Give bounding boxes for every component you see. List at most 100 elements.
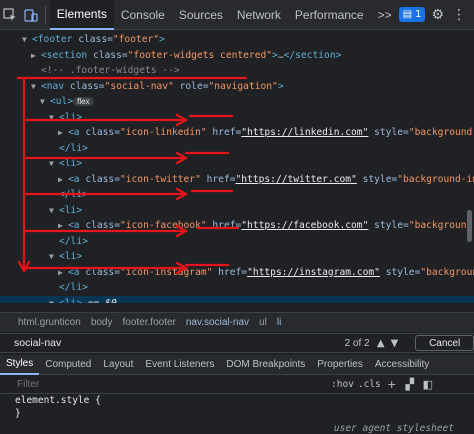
dom-token-link[interactable]: "https://facebook.com" [241, 220, 368, 231]
collapse-arrow-icon[interactable]: ▼ [49, 203, 59, 218]
styles-filter-input[interactable] [17, 379, 327, 390]
dom-node[interactable]: </li> [0, 141, 474, 156]
dom-node[interactable]: <!-- .footer-widgets --> [0, 63, 474, 78]
breadcrumb-item-ul[interactable]: ul [259, 317, 267, 328]
dom-token-attr: href= [212, 266, 248, 278]
tab-event-listeners[interactable]: Event Listeners [139, 355, 220, 375]
expand-arrow-icon[interactable]: ▶ [58, 265, 68, 280]
dom-node[interactable]: ▼ <footer class="footer"> [0, 32, 474, 47]
dom-node[interactable]: ▶ <a class="icon-twitter" href="https://t… [0, 172, 474, 187]
dom-token-attr: class= [85, 220, 120, 231]
dom-node[interactable]: </li> [0, 187, 474, 202]
collapse-arrow-icon[interactable]: ▼ [40, 94, 50, 109]
paint-icon[interactable]: ▞ [403, 378, 417, 391]
breadcrumb-item-nav[interactable]: nav.social-nav [186, 317, 249, 328]
dom-token-tag: <footer [32, 34, 79, 45]
dom-token-attr: style= [356, 173, 398, 185]
tab-sources[interactable]: Sources [172, 0, 230, 30]
dom-node-selected[interactable]: ▼ <li> == $0 [0, 295, 474, 304]
collapse-arrow-icon[interactable]: ▼ [49, 296, 59, 304]
dom-token-cmt: <!-- .footer-widgets --> [41, 65, 180, 76]
collapse-arrow-icon[interactable]: ▼ [31, 79, 41, 94]
breadcrumb-item-footer[interactable]: footer.footer [123, 317, 176, 328]
dom-node[interactable]: ▼ <li> [0, 110, 474, 125]
collapse-arrow-icon[interactable]: ▼ [49, 110, 59, 125]
expand-arrow-icon[interactable]: ▶ [58, 172, 68, 187]
inspect-element-icon[interactable] [0, 0, 21, 30]
issues-badge[interactable]: ▤ 1 [398, 7, 426, 22]
dom-token-attr: class= [85, 266, 120, 278]
device-toggle-icon[interactable] [21, 0, 42, 30]
dom-scrollbar[interactable] [467, 210, 472, 242]
tab-dom-breakpoints[interactable]: DOM Breakpoints [220, 355, 311, 375]
styles-filter-bar: :hov .cls + ▞ ◧ [0, 376, 474, 394]
dom-token-link[interactable]: "https://twitter.com" [236, 174, 357, 185]
dom-token-link[interactable]: "https://instagram.com" [247, 267, 380, 278]
search-cancel-button[interactable]: Cancel [415, 335, 474, 351]
tab-performance[interactable]: Performance [288, 0, 371, 30]
dom-token-tag: > [277, 80, 284, 92]
dom-token-tag: <a [68, 266, 86, 278]
dom-node[interactable]: </li> [0, 234, 474, 249]
hover-state-toggle[interactable]: :hov [331, 379, 354, 390]
dom-token-val: "footer-widgets centered" [127, 49, 273, 61]
dom-node[interactable]: ▶ <a class="icon-linkedin" href="https://… [0, 125, 474, 140]
dom-node[interactable]: </li> [0, 280, 474, 295]
dom-token-tag: <a [68, 173, 86, 185]
tab-accessibility[interactable]: Accessibility [369, 355, 435, 375]
dom-token-tag: <ul> [50, 96, 74, 107]
dom-node[interactable]: ▶ <a class="icon-facebook" href="https://… [0, 218, 474, 233]
dom-token-attr: role= [173, 80, 209, 92]
dom-token-val: "navigation" [208, 80, 278, 92]
search-previous-icon[interactable]: ▲ [374, 338, 388, 349]
tab-layout[interactable]: Layout [97, 355, 139, 375]
dom-token-val: "icon-linkedin" [119, 127, 207, 138]
dom-node[interactable]: ▼ <li> [0, 203, 474, 218]
dom-node[interactable]: ▼ <ul> flex [0, 94, 474, 109]
expand-arrow-icon[interactable]: ▶ [58, 218, 68, 233]
dom-token-attr: class= [85, 173, 120, 185]
expand-arrow-icon[interactable]: ▶ [31, 48, 41, 63]
class-toggle[interactable]: .cls [358, 379, 381, 390]
dom-token-tag: <a [68, 127, 86, 138]
dom-token-flex: flex [73, 97, 94, 106]
element-style-rule[interactable]: element.style { [15, 395, 101, 406]
user-agent-stylesheet-label: user agent stylesheet [333, 423, 454, 434]
more-tabs-button[interactable]: >> [371, 0, 399, 30]
tab-network[interactable]: Network [230, 0, 288, 30]
dom-token-tag: </li> [59, 235, 88, 247]
tab-computed[interactable]: Computed [39, 355, 97, 375]
breadcrumb-item-li[interactable]: li [277, 317, 281, 328]
dom-token-attr: href= [200, 173, 236, 185]
breadcrumb-item-body[interactable]: body [91, 317, 113, 328]
dom-node[interactable]: ▶ <section class="footer-widgets centered… [0, 48, 474, 63]
kebab-menu-icon[interactable]: ⋮ [452, 7, 466, 23]
expand-arrow-icon[interactable]: ▶ [58, 125, 68, 140]
dom-search-input[interactable] [14, 334, 345, 352]
dom-token-link[interactable]: "https://linkedin.com" [241, 127, 368, 138]
dom-token-tag: </li> [59, 142, 88, 154]
dom-token-tag: <li> [59, 111, 83, 123]
search-next-icon[interactable]: ▼ [388, 338, 402, 349]
collapse-arrow-icon[interactable]: ▼ [49, 156, 59, 171]
dom-tree[interactable]: ▼ <footer class="footer"> ▶ <section class=… [0, 31, 474, 303]
dom-search-bar: 2 of 2 ▲ ▼ Cancel [0, 333, 474, 353]
dom-node[interactable]: ▼ <li> [0, 156, 474, 171]
tab-elements[interactable]: Elements [49, 0, 114, 30]
tab-properties[interactable]: Properties [311, 355, 369, 375]
settings-gear-icon[interactable]: ⚙ [431, 7, 444, 23]
dom-token-val: "icon-facebook" [119, 220, 207, 231]
dom-node[interactable]: ▼ <nav class="social-nav" role="navigatio… [0, 79, 474, 94]
computed-sidebar-icon[interactable]: ◧ [421, 378, 435, 391]
search-match-count: 2 of 2 [344, 337, 370, 349]
tab-console[interactable]: Console [114, 0, 172, 30]
collapse-arrow-icon[interactable]: ▼ [49, 249, 59, 264]
dom-token-tag: </li> [59, 282, 88, 293]
breadcrumb-item-html[interactable]: html.grunticon [18, 317, 81, 328]
collapse-arrow-icon[interactable]: ▼ [22, 32, 32, 47]
add-rule-icon[interactable]: + [385, 378, 399, 391]
dom-token-attr: href= [206, 220, 242, 231]
tab-styles[interactable]: Styles [0, 355, 40, 375]
dom-node[interactable]: ▼ <li> [0, 249, 474, 264]
dom-node[interactable]: ▶ <a class="icon-instagram" href="https:/… [0, 265, 474, 280]
